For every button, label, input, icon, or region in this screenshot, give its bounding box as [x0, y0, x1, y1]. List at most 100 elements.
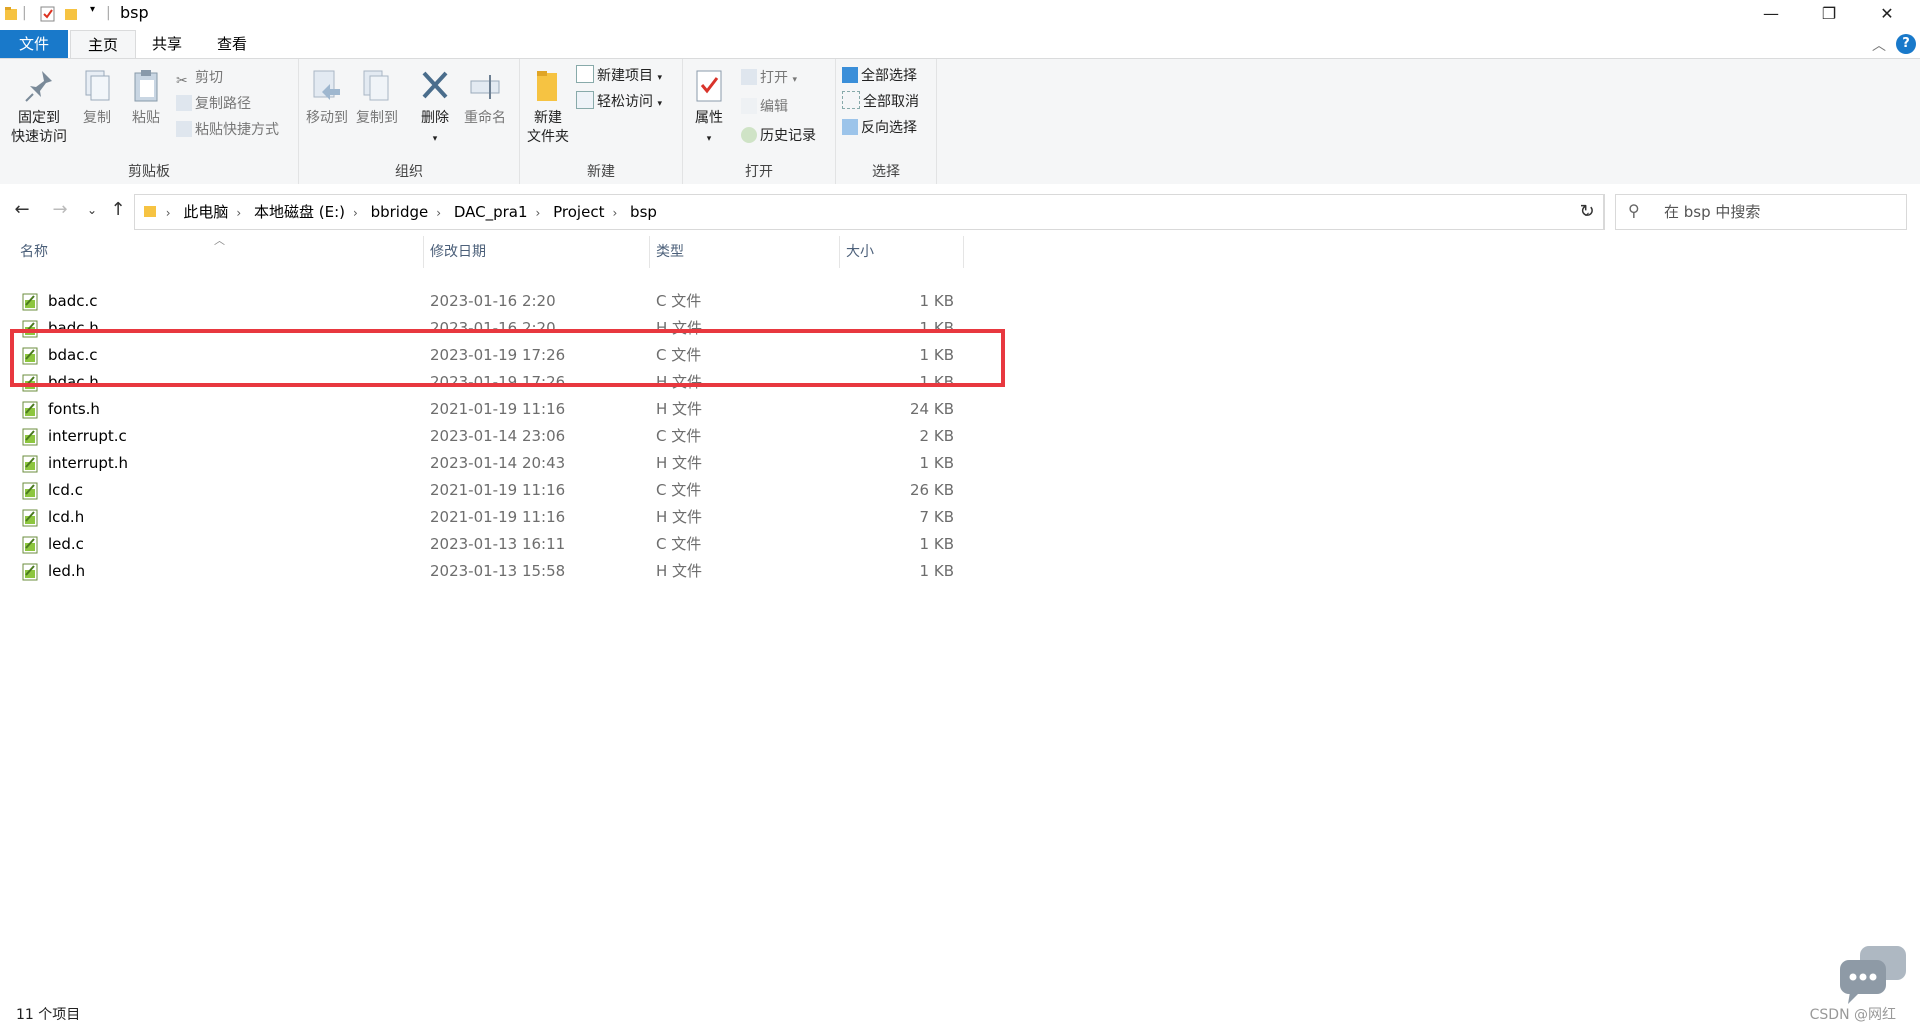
- breadcrumb-separator-icon[interactable]: ›: [162, 196, 175, 230]
- organize-group: 移动到 复制到 删除 ▾ 重命名 组织: [299, 59, 520, 185]
- pin-quick-access-button[interactable]: 固定到 快速访问: [6, 67, 72, 147]
- easy-access-button[interactable]: 轻松访问 ▾: [576, 91, 662, 113]
- history-button[interactable]: 历史记录: [741, 125, 816, 147]
- minimize-button[interactable]: —: [1742, 0, 1800, 28]
- search-input[interactable]: ⚲ 在 bsp 中搜索: [1615, 194, 1907, 230]
- column-header-name[interactable]: 名称: [14, 236, 424, 268]
- breadcrumb-separator-icon[interactable]: ›: [349, 196, 362, 230]
- breadcrumb-item[interactable]: Project: [549, 195, 608, 229]
- file-name[interactable]: lcd.c: [48, 477, 83, 504]
- invert-selection-button[interactable]: 反向选择: [842, 117, 917, 139]
- file-row[interactable]: badc.c 2023-01-16 2:20 C 文件 1 KB: [12, 288, 972, 315]
- new-folder-button[interactable]: 新建 文件夹: [524, 67, 572, 147]
- folder-icon: [144, 206, 156, 217]
- breadcrumb-separator-icon[interactable]: ›: [532, 196, 545, 230]
- column-header-type[interactable]: 类型: [650, 236, 840, 268]
- forward-arrow-icon[interactable]: →: [48, 198, 72, 222]
- properties-quick-icon[interactable]: [40, 6, 56, 22]
- breadcrumb-item[interactable]: 本地磁盘 (E:): [250, 195, 349, 229]
- select-none-button[interactable]: 全部取消: [842, 91, 919, 113]
- column-header-date[interactable]: 修改日期: [424, 236, 650, 268]
- rename-button[interactable]: 重命名: [461, 67, 509, 128]
- delete-x-icon: [422, 71, 448, 99]
- paste-label: 粘贴: [132, 110, 160, 126]
- restore-button[interactable]: ❐: [1800, 0, 1858, 28]
- back-arrow-icon[interactable]: ←: [10, 198, 34, 222]
- tab-home[interactable]: 主页: [70, 30, 136, 59]
- recent-locations-chevron-icon[interactable]: ⌄: [80, 198, 104, 222]
- tab-share[interactable]: 共享: [136, 30, 198, 58]
- column-header-size[interactable]: 大小: [840, 236, 964, 268]
- breadcrumb-item[interactable]: bsp: [626, 195, 661, 229]
- copy-path-button[interactable]: 复制路径: [176, 93, 251, 115]
- move-to-label: 移动到: [306, 110, 348, 126]
- pin-label-2: 快速访问: [11, 129, 67, 145]
- file-date: 2023-01-14 20:43: [430, 454, 566, 472]
- file-row[interactable]: fonts.h 2021-01-19 11:16 H 文件 24 KB: [12, 396, 972, 423]
- file-name[interactable]: fonts.h: [48, 396, 100, 423]
- select-none-icon: [842, 91, 860, 109]
- breadcrumb-item[interactable]: bbridge: [367, 195, 433, 229]
- watermark: CSDN @网红: [1809, 1007, 1896, 1023]
- paste-button[interactable]: 粘贴: [124, 67, 168, 128]
- file-row[interactable]: led.h 2023-01-13 15:58 H 文件 1 KB: [12, 558, 972, 585]
- file-row[interactable]: interrupt.c 2023-01-14 23:06 C 文件 2 KB: [12, 423, 972, 450]
- file-name[interactable]: led.h: [48, 558, 85, 585]
- separator: |: [22, 5, 27, 21]
- file-row[interactable]: lcd.c 2021-01-19 11:16 C 文件 26 KB: [12, 477, 972, 504]
- tab-view[interactable]: 查看: [200, 30, 264, 58]
- properties-label: 属性: [695, 110, 723, 126]
- new-folder-quick-icon[interactable]: [64, 6, 78, 22]
- file-name[interactable]: badc.c: [48, 288, 98, 315]
- file-name[interactable]: interrupt.h: [48, 450, 128, 477]
- refresh-icon[interactable]: ↻: [1570, 194, 1605, 230]
- new-item-label: 新建项目: [597, 68, 653, 84]
- chat-bubble-icon[interactable]: [1838, 944, 1910, 1006]
- breadcrumb-item[interactable]: 此电脑: [179, 195, 232, 229]
- breadcrumb-separator-icon[interactable]: ›: [432, 196, 445, 230]
- file-size: 7 KB: [919, 508, 954, 526]
- breadcrumb-item[interactable]: DAC_pra1: [450, 195, 532, 229]
- close-button[interactable]: ✕: [1858, 0, 1916, 28]
- collapse-ribbon-icon[interactable]: ︿: [1872, 35, 1886, 55]
- copy-to-icon: [363, 70, 389, 101]
- edit-button[interactable]: 编辑: [741, 96, 788, 118]
- properties-button[interactable]: 属性 ▾: [689, 67, 729, 149]
- select-all-label: 全部选择: [861, 68, 917, 84]
- tab-file[interactable]: 文件: [0, 30, 68, 58]
- properties-dropdown-icon[interactable]: ▾: [707, 134, 712, 144]
- copy-button[interactable]: 复制: [76, 67, 118, 128]
- file-row[interactable]: interrupt.h 2023-01-14 20:43 H 文件 1 KB: [12, 450, 972, 477]
- source-file-icon: [22, 401, 38, 419]
- source-file-icon: [22, 293, 38, 311]
- move-to-button[interactable]: 移动到: [303, 67, 351, 128]
- file-name[interactable]: interrupt.c: [48, 423, 127, 450]
- address-bar[interactable]: › 此电脑 › 本地磁盘 (E:) › bbridge › DAC_pra1 › Pro…: [134, 194, 1604, 230]
- file-date: 2021-01-19 11:16: [430, 400, 566, 418]
- open-button[interactable]: 打开 ▾: [741, 67, 797, 89]
- select-all-button[interactable]: 全部选择: [842, 65, 917, 87]
- open-icon: [741, 69, 757, 85]
- invert-selection-icon: [842, 119, 858, 135]
- file-row[interactable]: lcd.h 2021-01-19 11:16 H 文件 7 KB: [12, 504, 972, 531]
- breadcrumb-separator-icon[interactable]: ›: [232, 196, 245, 230]
- help-icon[interactable]: ?: [1896, 34, 1916, 54]
- quick-access-dropdown-icon[interactable]: ▾: [90, 4, 95, 20]
- open-group-label: 打开: [745, 164, 773, 180]
- new-item-button[interactable]: 新建项目 ▾: [576, 65, 662, 87]
- up-arrow-icon[interactable]: ↑: [106, 198, 130, 222]
- open-group: 属性 ▾ 打开 ▾ 编辑 历史记录 打开: [683, 59, 836, 185]
- cut-button[interactable]: ✂ 剪切: [176, 67, 223, 89]
- cut-label: 剪切: [195, 70, 223, 86]
- breadcrumb-separator-icon[interactable]: ›: [608, 196, 621, 230]
- copy-to-button[interactable]: 复制到: [353, 67, 401, 128]
- history-label: 历史记录: [760, 128, 816, 144]
- file-name[interactable]: lcd.h: [48, 504, 84, 531]
- file-date: 2023-01-13 15:58: [430, 562, 566, 580]
- file-row[interactable]: led.c 2023-01-13 16:11 C 文件 1 KB: [12, 531, 972, 558]
- paste-shortcut-button[interactable]: 粘贴快捷方式: [176, 119, 279, 141]
- delete-dropdown-icon[interactable]: ▾: [433, 134, 438, 144]
- delete-button[interactable]: 删除 ▾: [417, 67, 453, 149]
- file-name[interactable]: led.c: [48, 531, 84, 558]
- search-placeholder: 在 bsp 中搜索: [1664, 203, 1761, 221]
